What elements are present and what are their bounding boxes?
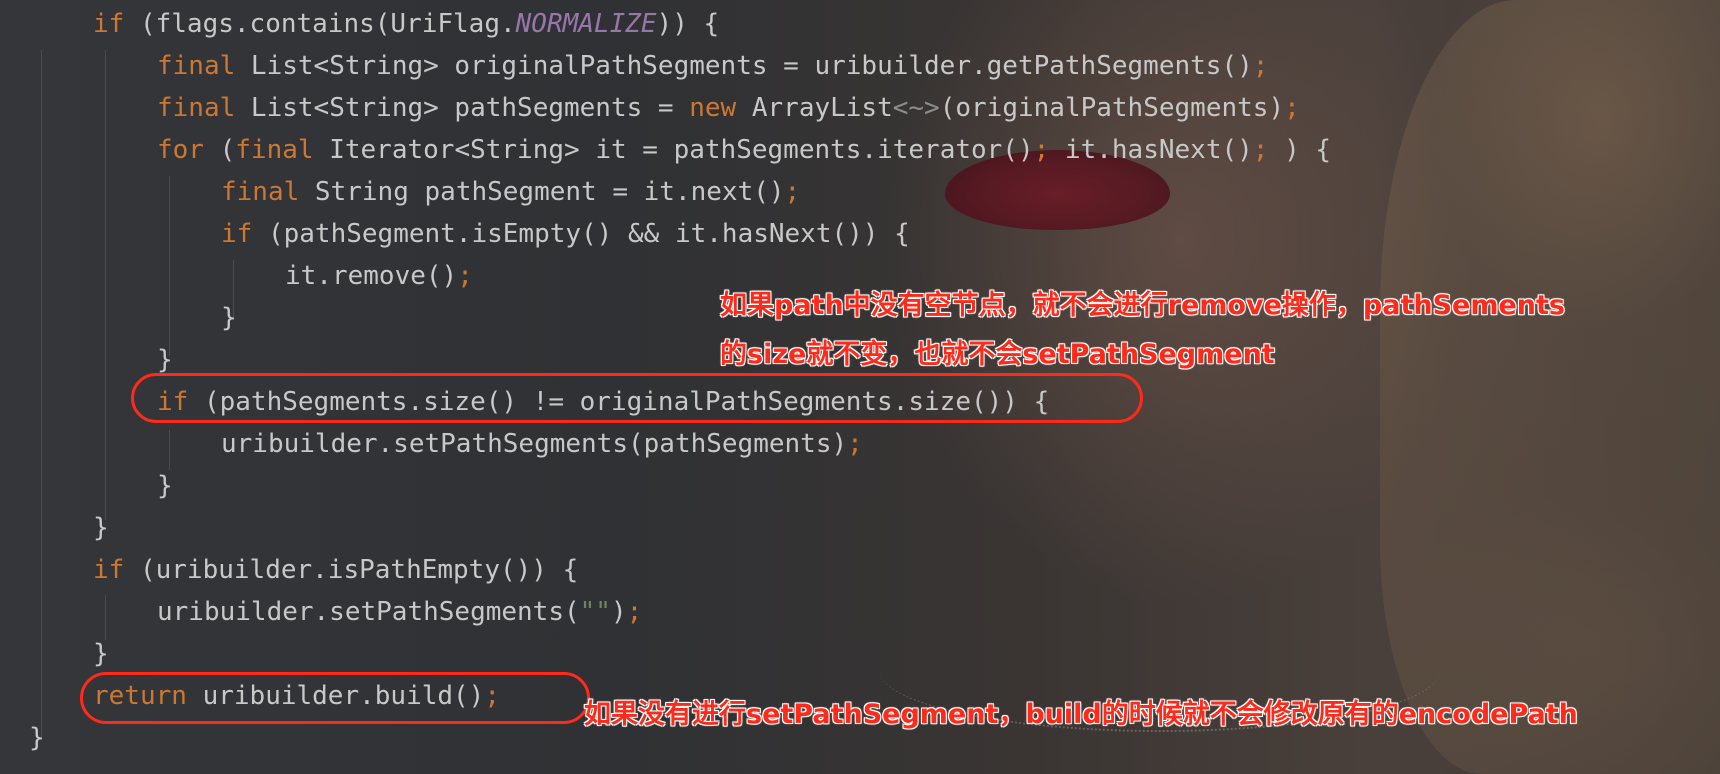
code-token: new <box>689 93 737 123</box>
code-token: (uribuilder.isPathEmpty()) { <box>124 555 579 585</box>
code-token: (flags.contains(UriFlag. <box>124 9 516 39</box>
code-token: } <box>157 345 173 375</box>
code-token: } <box>221 303 237 333</box>
code-token: ; <box>626 597 643 627</box>
code-token: ; <box>1284 93 1300 123</box>
code-token: ; <box>784 177 801 207</box>
code-token: } <box>29 723 45 753</box>
code-token: ArrayList <box>736 93 893 123</box>
code-token: it.remove() <box>285 261 458 291</box>
highlight-oval-return <box>80 672 590 724</box>
code-token: ) <box>610 597 627 627</box>
highlight-oval-if-size <box>131 373 1143 423</box>
indent-guide-line <box>169 430 170 470</box>
code-token: List<String> originalPathSegments = urib… <box>235 51 1253 81</box>
indent-guide-line <box>41 50 42 740</box>
code-line: for (final Iterator<String> it = pathSeg… <box>157 129 1331 171</box>
screenshot-stage: if (flags.contains(UriFlag.NORMALIZE)) {… <box>0 0 1720 774</box>
code-token: String pathSegment = it.next() <box>299 177 785 207</box>
code-token: (pathSegment.isEmpty() && it.hasNext()) … <box>252 219 910 249</box>
indent-guide-line <box>169 176 170 356</box>
code-token: ; <box>457 261 473 291</box>
background-hair <box>1380 0 1720 774</box>
code-token: <~> <box>892 93 940 123</box>
code-token: final <box>221 177 300 207</box>
code-token: "" <box>579 597 611 627</box>
code-line: it.remove(); <box>285 255 473 297</box>
indent-guide-line <box>105 50 106 520</box>
code-token: if <box>93 9 125 39</box>
code-token: if <box>93 555 125 585</box>
code-line: } <box>29 717 45 759</box>
code-token: it.hasNext() <box>1049 135 1253 165</box>
code-line: uribuilder.setPathSegments(pathSegments)… <box>221 423 863 465</box>
code-token: uribuilder.setPathSegments( <box>157 597 580 627</box>
code-line: } <box>221 297 237 339</box>
code-line: final String pathSegment = it.next(); <box>221 171 800 213</box>
code-token: if <box>221 219 253 249</box>
code-token: final <box>235 135 314 165</box>
code-line: final List<String> originalPathSegments … <box>157 45 1268 87</box>
code-token: final <box>157 93 236 123</box>
annotation-build-note: 如果没有进行setPathSegment，build的时候就不会修改原有的enc… <box>584 699 1578 730</box>
code-token: List<String> pathSegments = <box>235 93 690 123</box>
code-token: } <box>157 471 173 501</box>
code-line: if (pathSegment.isEmpty() && it.hasNext(… <box>221 213 910 255</box>
code-token: for <box>157 135 204 165</box>
code-line: } <box>93 633 109 675</box>
code-token: final <box>157 51 236 81</box>
code-token: )) { <box>656 9 720 39</box>
code-line: uribuilder.setPathSegments(""); <box>157 591 642 633</box>
code-line: if (flags.contains(UriFlag.NORMALIZE)) { <box>93 3 719 45</box>
code-line: } <box>93 507 109 549</box>
annotation-remove-note-line-2: 的size就不变，也就不会setPathSegment <box>720 339 1275 370</box>
code-token: (originalPathSegments) <box>939 93 1285 123</box>
code-token: ; <box>847 429 863 459</box>
code-token: } <box>93 639 109 669</box>
code-line: } <box>157 465 173 507</box>
code-token: ) { <box>1268 135 1332 165</box>
annotation-remove-note-line-1: 如果path中没有空节点，就不会进行remove操作，pathSements <box>720 290 1565 321</box>
code-token: } <box>93 513 109 543</box>
code-token: ; <box>1033 135 1050 165</box>
code-line: if (uribuilder.isPathEmpty()) { <box>93 549 578 591</box>
code-line: final List<String> pathSegments = new Ar… <box>157 87 1300 129</box>
code-token: uribuilder.setPathSegments(pathSegments) <box>221 429 848 459</box>
code-token: ; <box>1252 51 1269 81</box>
code-token: NORMALIZE <box>515 9 657 39</box>
code-token: ( <box>203 135 236 165</box>
code-token: Iterator<String> it = pathSegments.itera… <box>313 135 1034 165</box>
code-token: ; <box>1252 135 1269 165</box>
